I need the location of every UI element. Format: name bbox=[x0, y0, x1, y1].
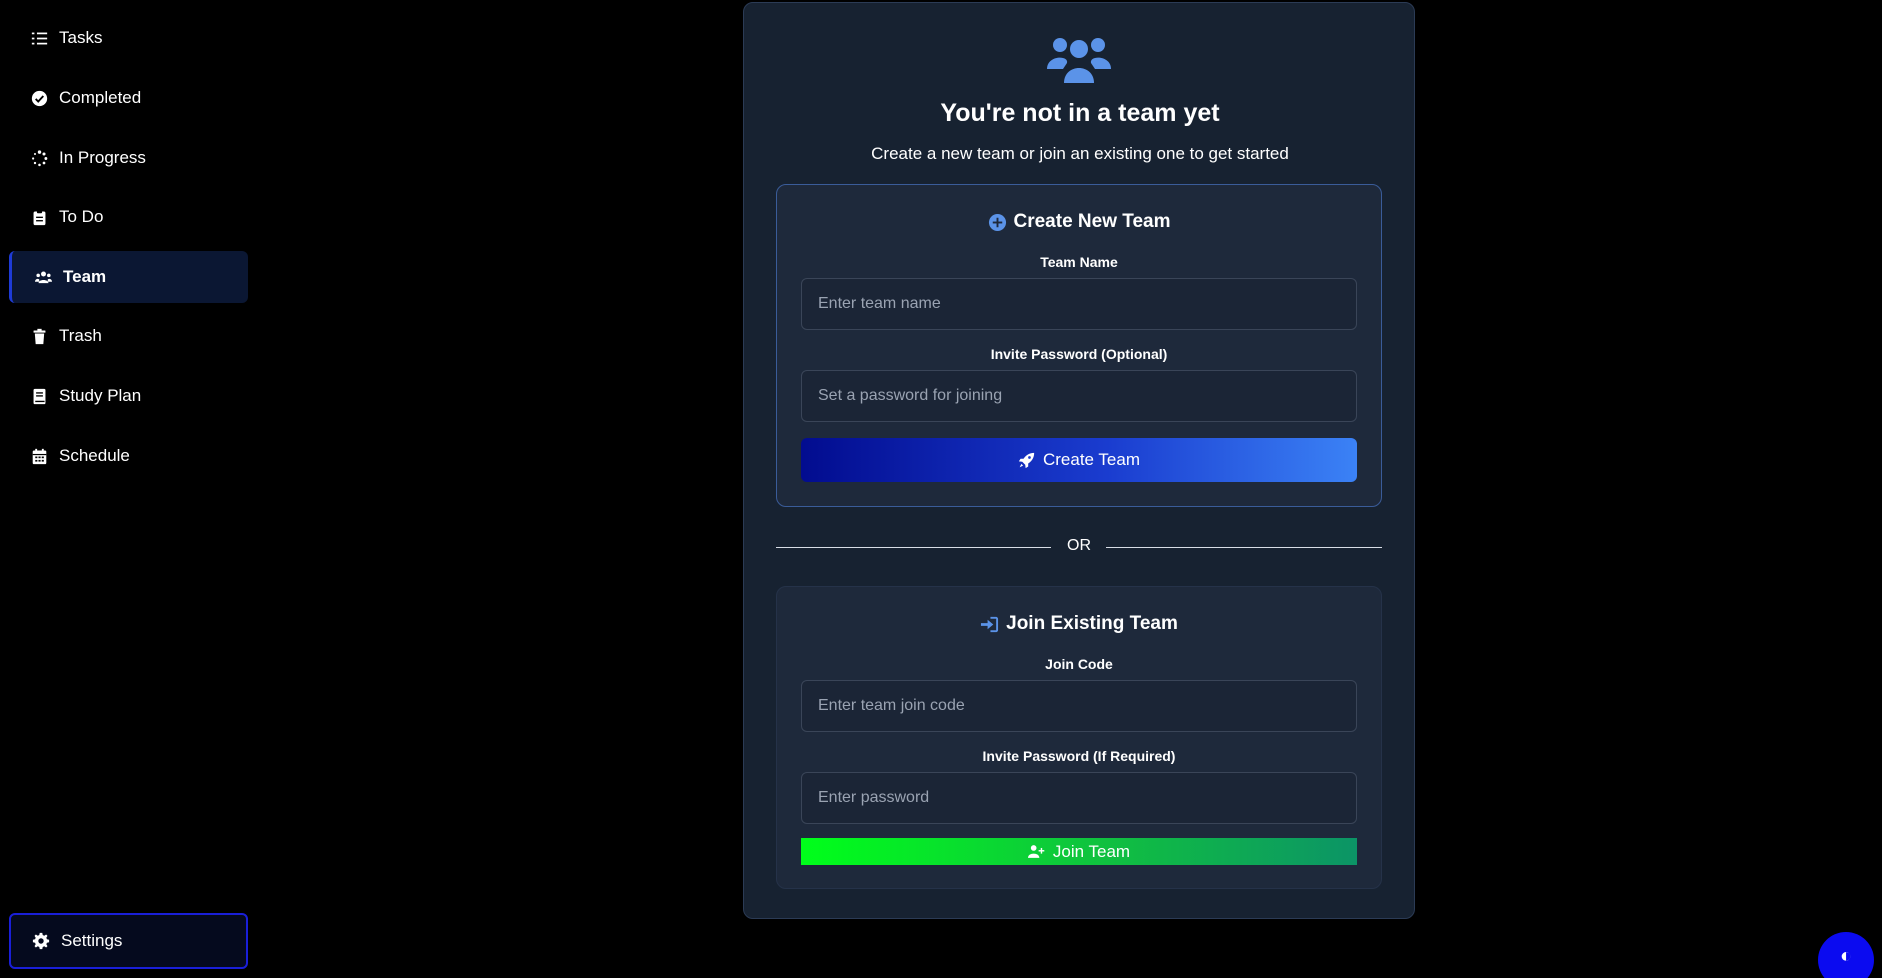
join-password-input[interactable] bbox=[801, 772, 1357, 824]
gear-icon bbox=[31, 931, 51, 951]
or-divider: OR bbox=[776, 536, 1382, 556]
sidebar-item-to-do[interactable]: To Do bbox=[9, 191, 248, 243]
contrast-icon: ◐ bbox=[1839, 944, 1853, 967]
check-circle-icon bbox=[29, 88, 49, 108]
settings-button[interactable]: Settings bbox=[9, 913, 248, 969]
sidebar-item-label: Tasks bbox=[59, 28, 103, 47]
sidebar-item-label: In Progress bbox=[59, 148, 146, 167]
sidebar-item-trash[interactable]: Trash bbox=[9, 310, 248, 362]
trash-icon bbox=[29, 326, 49, 346]
sidebar-item-schedule[interactable]: Schedule bbox=[9, 430, 248, 482]
sidebar-item-study-plan[interactable]: Study Plan bbox=[9, 370, 248, 422]
page-subtitle: Create a new team or join an existing on… bbox=[871, 144, 1289, 163]
sidebar-item-label: Team bbox=[63, 267, 107, 286]
sidebar-item-label: Completed bbox=[59, 88, 142, 107]
book-icon bbox=[29, 386, 49, 406]
sidebar: Tasks Completed In Progress To Do Team T… bbox=[0, 0, 258, 978]
plus-circle-icon bbox=[988, 213, 1006, 231]
invite-password-label: Invite Password (Optional) bbox=[990, 346, 1168, 362]
team-onboarding-card: You're not in a team yet Create a new te… bbox=[743, 2, 1415, 919]
clipboard-icon bbox=[29, 207, 49, 227]
create-team-panel: Create New Team Team Name Invite Passwor… bbox=[776, 184, 1382, 507]
calendar-icon bbox=[29, 446, 49, 466]
rocket-icon bbox=[1018, 452, 1035, 468]
users-icon bbox=[33, 267, 53, 287]
sidebar-item-label: To Do bbox=[59, 207, 104, 226]
invite-password-input[interactable] bbox=[801, 370, 1357, 422]
sidebar-item-label: Study Plan bbox=[59, 386, 142, 405]
spinner-icon bbox=[29, 148, 49, 168]
team-name-label: Team Name bbox=[1040, 254, 1118, 270]
sign-in-icon bbox=[981, 616, 999, 632]
team-name-input[interactable] bbox=[801, 278, 1357, 330]
join-code-input[interactable] bbox=[801, 680, 1357, 732]
join-team-button[interactable]: Join Team bbox=[801, 838, 1357, 865]
join-team-panel: Join Existing Team Join Code Invite Pass… bbox=[776, 586, 1382, 889]
settings-label: Settings bbox=[61, 931, 123, 950]
create-team-heading: Create New Team bbox=[777, 211, 1381, 233]
theme-toggle-button[interactable]: ◐ bbox=[1818, 932, 1874, 978]
join-code-label: Join Code bbox=[1045, 656, 1113, 672]
join-team-title: Join Existing Team bbox=[1006, 613, 1178, 634]
create-team-title: Create New Team bbox=[1013, 211, 1171, 232]
sidebar-item-team[interactable]: Team bbox=[9, 251, 248, 303]
sidebar-item-tasks[interactable]: Tasks bbox=[9, 12, 248, 64]
sidebar-item-completed[interactable]: Completed bbox=[9, 72, 248, 124]
create-team-button-label: Create Team bbox=[1042, 450, 1140, 469]
create-team-button[interactable]: Create Team bbox=[801, 438, 1357, 482]
user-plus-icon bbox=[1027, 845, 1045, 858]
page-title: You're not in a team yet bbox=[940, 99, 1220, 127]
sidebar-item-in-progress[interactable]: In Progress bbox=[9, 132, 248, 184]
divider-text: OR bbox=[1067, 537, 1091, 554]
users-icon bbox=[1047, 38, 1111, 83]
sidebar-item-label: Trash bbox=[59, 326, 102, 345]
join-team-heading: Join Existing Team bbox=[777, 613, 1381, 635]
tasks-list-icon bbox=[29, 28, 49, 48]
join-team-button-label: Join Team bbox=[1052, 841, 1131, 861]
sidebar-item-label: Schedule bbox=[59, 446, 130, 465]
join-password-label: Invite Password (If Required) bbox=[982, 748, 1176, 764]
